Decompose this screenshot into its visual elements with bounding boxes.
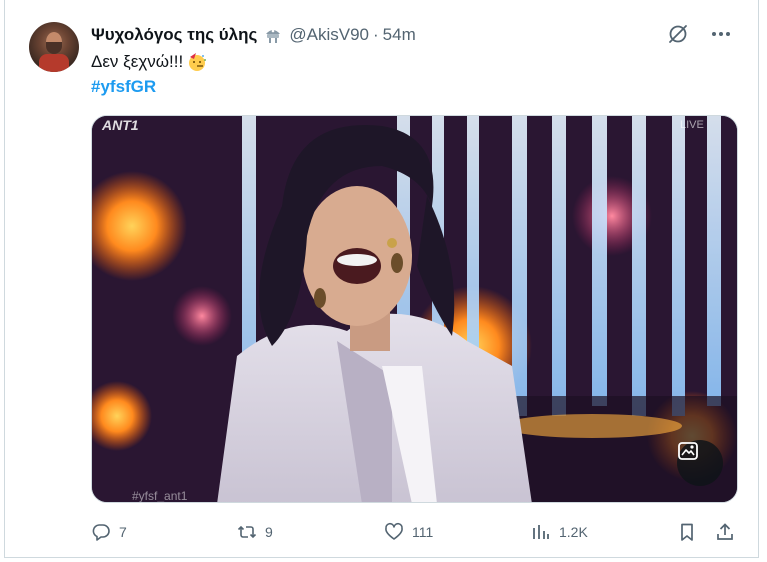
reply-count: 7 [119, 524, 127, 540]
svg-text:ANT1: ANT1 [101, 117, 139, 133]
reply-button[interactable]: 7 [91, 518, 127, 546]
like-count: 111 [412, 524, 434, 540]
image-edit-icon [678, 442, 698, 460]
display-name[interactable]: Ψυχολόγος της ύλης [91, 25, 257, 45]
separator-dot: · [372, 25, 379, 44]
views-button[interactable]: 1.2K [531, 518, 588, 546]
share-icon [717, 523, 733, 540]
media-watermark: #yfsf_ant1 [132, 489, 188, 503]
like-icon [385, 522, 403, 540]
reply-icon [92, 524, 110, 541]
tweet-card[interactable]: Ψυχολόγος της ύλης @AkisV90 · 54m Δεν ξε… [4, 0, 759, 558]
bookmark-icon [681, 523, 693, 541]
more-icon[interactable] [710, 23, 732, 50]
image-edit-button[interactable] [677, 440, 723, 486]
hashtag-link[interactable]: #yfsfGR [91, 76, 156, 98]
repost-button[interactable]: 9 [237, 518, 273, 546]
timestamp[interactable]: 54m [383, 25, 416, 45]
tweet-text: Δεν ξεχνώ!!! [91, 51, 207, 73]
views-count: 1.2K [559, 524, 588, 540]
avatar[interactable] [29, 22, 79, 72]
repost-count: 9 [265, 524, 273, 540]
channel-logo: ANT1 [101, 117, 139, 133]
repost-icon [237, 525, 257, 539]
tweet-media-video[interactable]: ANT1 LIVE #yfsf_ant1 [91, 115, 738, 503]
tweet-header: Ψυχολόγος της ύλης @AkisV90 · 54m [91, 24, 416, 46]
grok-icon[interactable] [666, 22, 690, 51]
top-actions [666, 22, 732, 51]
tweet-text-content: Δεν ξεχνώ!!! [91, 52, 184, 71]
like-button[interactable]: 111 [384, 518, 433, 546]
party-face-emoji-icon [187, 52, 207, 72]
share-button[interactable] [715, 518, 735, 546]
tweet-actions: 7 9 111 1.2K [91, 518, 739, 546]
handle[interactable]: @AkisV90 [289, 25, 369, 45]
bookmark-button[interactable] [677, 518, 697, 546]
views-icon [533, 525, 549, 539]
live-label: LIVE [680, 119, 704, 131]
media-still-image: ANT1 LIVE #yfsf_ant1 [92, 116, 737, 503]
robot-badge-icon [263, 25, 283, 45]
